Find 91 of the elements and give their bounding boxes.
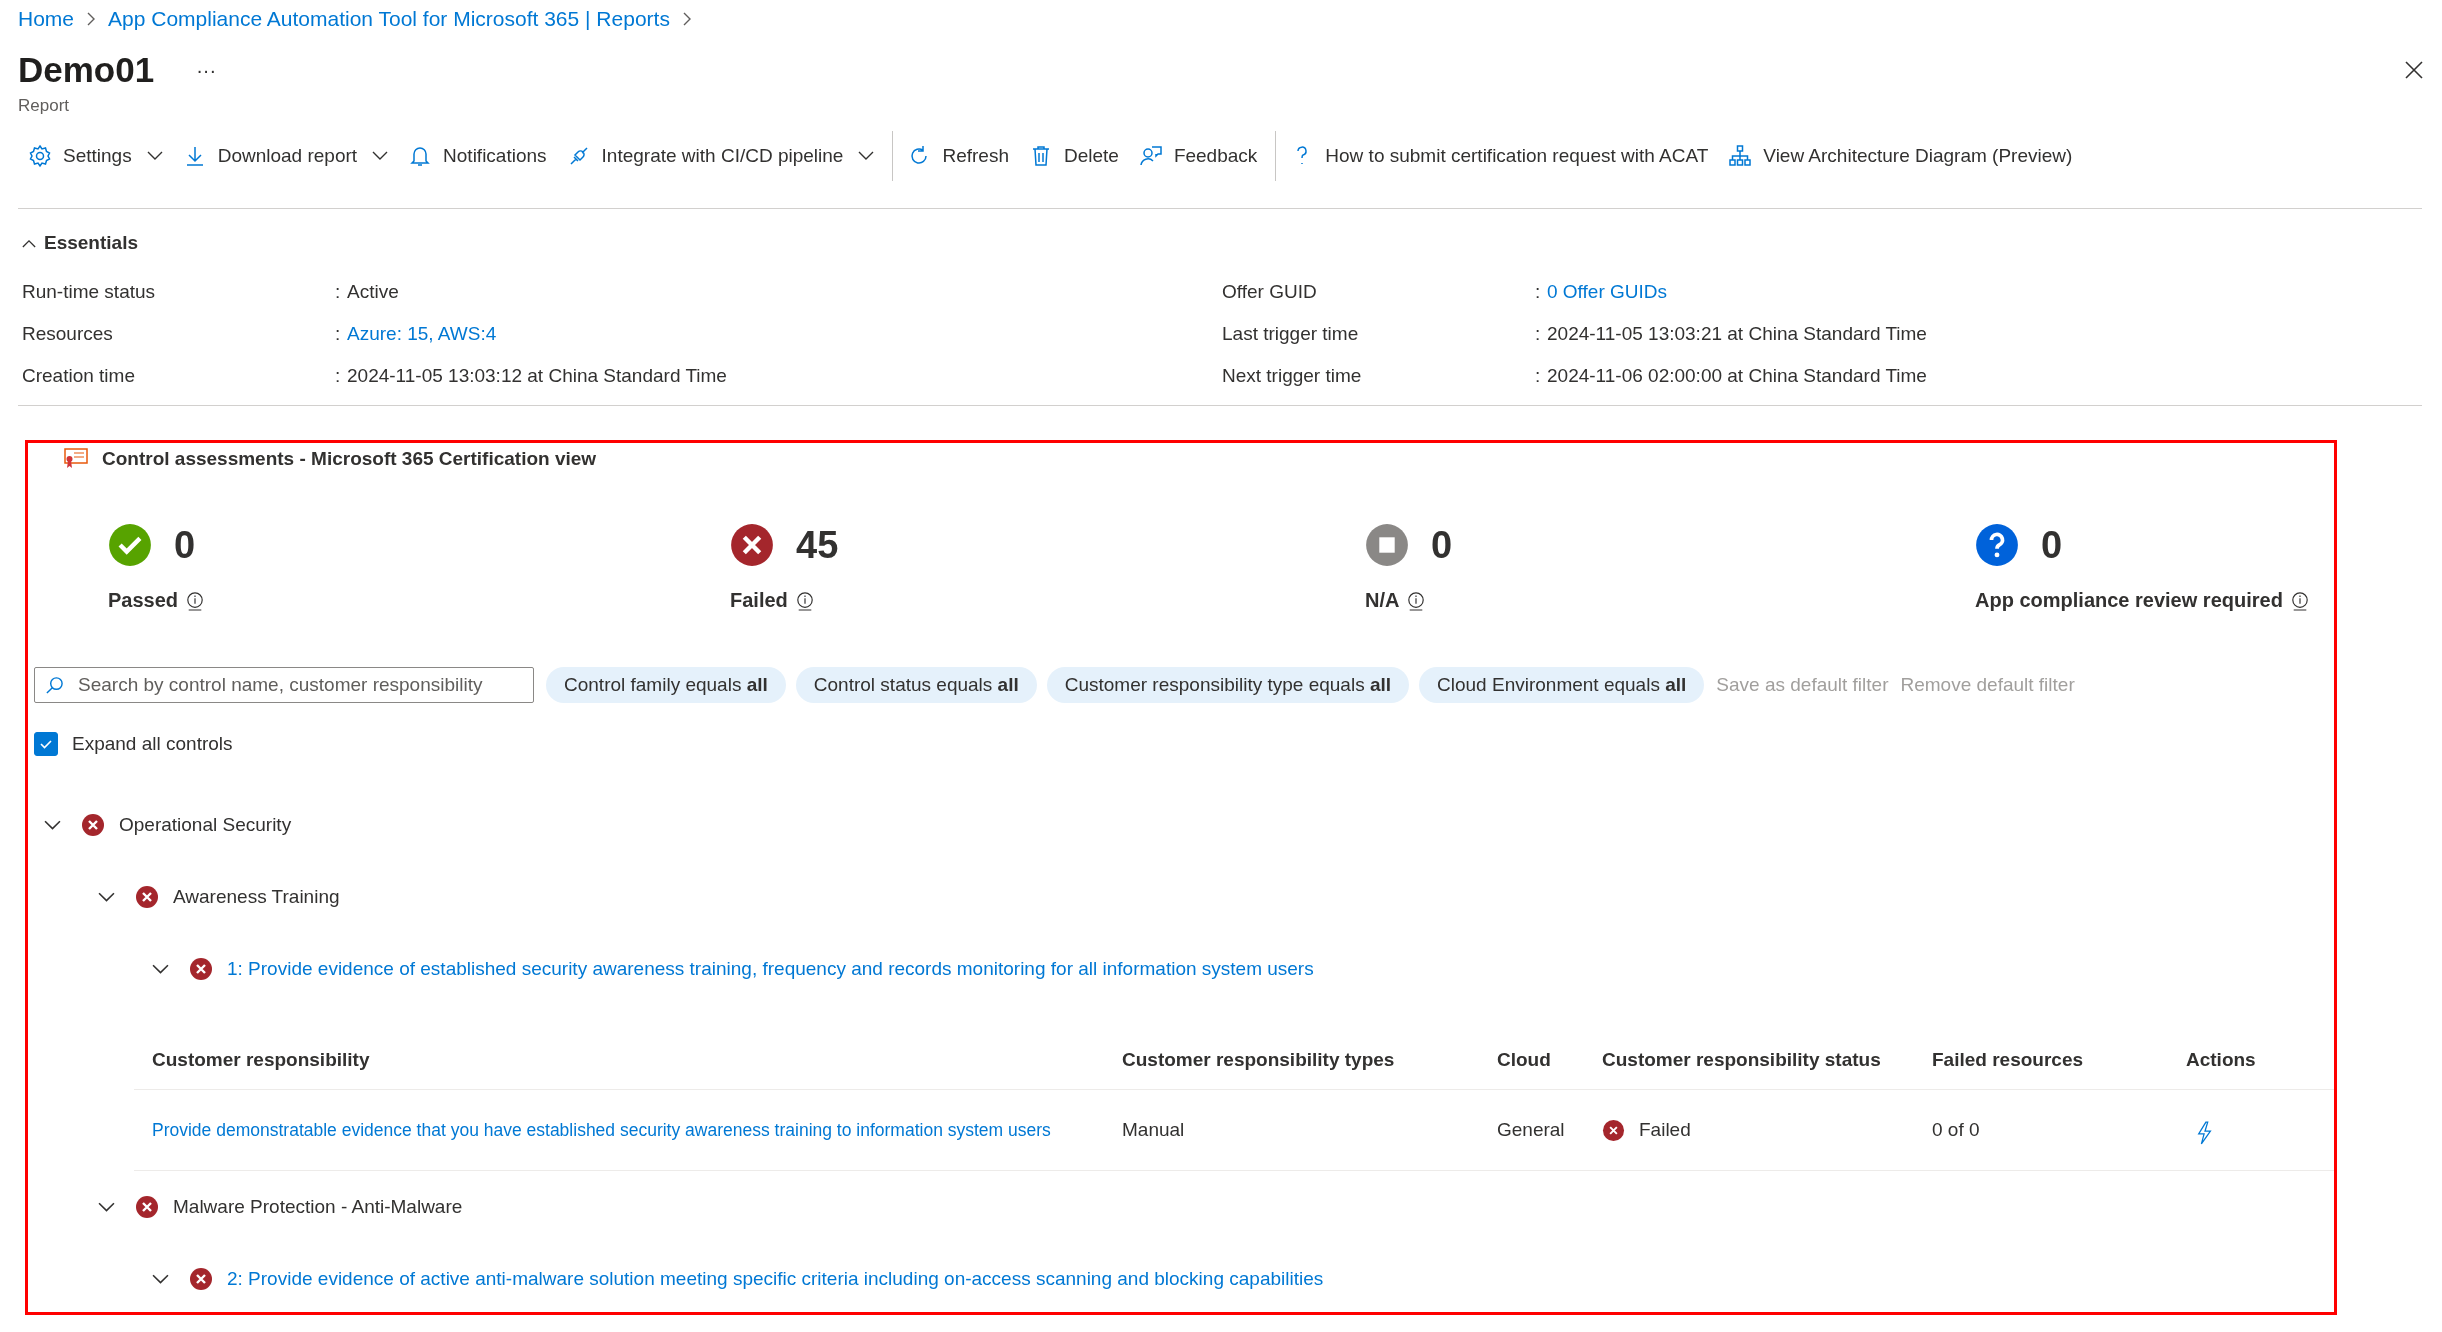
column-header: Failed resources (1932, 1049, 2085, 1071)
stat-count: 45 (796, 523, 839, 567)
feedback-icon (1138, 144, 1163, 168)
table-cell-text: General (1497, 1119, 1566, 1141)
checkbox-label: Expand all controls (72, 733, 233, 755)
property-label: Last trigger time (1222, 323, 1360, 345)
certificate-icon (64, 448, 88, 470)
breadcrumb-link[interactable]: Home (18, 7, 75, 31)
column-header: Customer responsibility status (1602, 1049, 1882, 1071)
notifications-icon (408, 144, 433, 168)
toolbar-button[interactable]: View Architecture Diagram (Preview) (1720, 138, 2081, 174)
toolbar-button[interactable]: Delete (1020, 138, 1127, 174)
colon-separator: : (335, 365, 342, 387)
stat-count: 0 (1431, 523, 1453, 567)
stop-circle-icon (1365, 523, 1409, 567)
stat-label: N/A (1365, 589, 1400, 612)
filter-pill[interactable]: Control status equals all (795, 667, 1037, 703)
property-value: Active (347, 281, 399, 303)
caret-icon (146, 151, 163, 161)
search-icon (45, 675, 64, 695)
stat-label: App compliance review required (1975, 589, 2283, 612)
more-button[interactable]: ··· (196, 58, 217, 82)
column-header: Customer responsibility types (1122, 1049, 1396, 1071)
settings-icon (28, 144, 52, 168)
essentials-toggle[interactable]: Essentials (22, 229, 138, 257)
close-icon[interactable] (2404, 60, 2424, 80)
colon-separator: : (1535, 281, 1542, 303)
checkbox[interactable] (34, 732, 58, 756)
column-header: Actions (2186, 1049, 2257, 1071)
responsibility-link[interactable]: Provide demonstratable evidence that you have established security awareness training to information system users (152, 1120, 1051, 1140)
table-cell-text: 0 of 0 (1932, 1119, 1981, 1141)
property-value: 2024-11-06 02:00:00 at China Standard Time (1547, 365, 1927, 387)
filter-pill[interactable]: Customer responsibility type equals all (1046, 667, 1410, 703)
chevron-right-icon (86, 11, 97, 27)
property-label: Creation time (22, 365, 136, 387)
filter-pill[interactable]: Control family equals all (546, 667, 786, 703)
colon-separator: : (335, 281, 342, 303)
colon-separator: : (335, 323, 342, 345)
info-icon[interactable] (186, 590, 205, 611)
toolbar-button[interactable]: Refresh (899, 138, 1017, 174)
caret-icon (858, 151, 875, 161)
toolbar-button[interactable]: Integrate with CI/CD pipeline (558, 138, 883, 174)
stat-count: 0 (2041, 523, 2063, 567)
colon-separator: : (1535, 365, 1542, 387)
status-text: Failed (1639, 1119, 1691, 1141)
question-circle-icon (1975, 523, 2019, 567)
breadcrumb-link[interactable]: App Compliance Automation Tool for Microsoft 365 | Reports (108, 7, 670, 31)
property-label: Next trigger time (1222, 365, 1363, 387)
stat-label: Failed (730, 589, 788, 612)
toolbar-button[interactable]: Notifications (400, 138, 555, 174)
page-title: Demo01 (18, 50, 155, 90)
property-label: Resources (22, 323, 114, 345)
info-icon[interactable] (1407, 590, 1426, 611)
check-circle-icon (108, 523, 152, 567)
stat-label: Passed (108, 589, 179, 612)
column-header: Cloud (1497, 1049, 1552, 1071)
toolbar-button[interactable]: Feedback (1130, 138, 1266, 174)
chevron-down-icon[interactable] (98, 1201, 115, 1213)
info-icon[interactable] (795, 590, 814, 611)
chevron-down-icon[interactable] (152, 1273, 169, 1285)
lightning-icon[interactable] (2196, 1120, 2214, 1145)
control-family-label: Operational Security (119, 814, 292, 836)
toolbar-button[interactable]: Download report (174, 138, 397, 174)
property-link[interactable]: 0 Offer GUIDs (1547, 281, 1667, 303)
caret-icon (372, 151, 389, 161)
property-label: Offer GUID (1222, 281, 1318, 303)
filter-pill[interactable]: Cloud Environment equals all (1419, 667, 1705, 703)
error-circle-icon (730, 523, 774, 567)
control-family-label: Awareness Training (173, 886, 340, 908)
info-icon[interactable] (2290, 590, 2309, 611)
page-subtitle: Report (17, 96, 71, 117)
diagram-icon (1728, 144, 1753, 168)
section-title: Control assessments - Microsoft 365 Certification view (102, 448, 597, 470)
toolbar-button[interactable]: How to submit certification request with ACAT (1282, 138, 1717, 174)
colon-separator: : (1535, 323, 1542, 345)
search-field[interactable]: Search by control name, customer responsibility (34, 667, 534, 703)
chevron-down-icon[interactable] (152, 963, 169, 975)
table-cell-text: Manual (1122, 1119, 1186, 1141)
toolbar-button[interactable]: Settings (20, 138, 171, 174)
column-header: Customer responsibility (152, 1049, 371, 1071)
control-family-label: Malware Protection - Anti-Malware (173, 1196, 463, 1218)
property-value: 2024-11-05 13:03:12 at China Standard Time (347, 365, 727, 387)
stat-count: 0 (174, 523, 196, 567)
chevron-down-icon[interactable] (44, 819, 61, 831)
chevron-right-icon (681, 11, 692, 27)
chevron-down-icon[interactable] (98, 891, 115, 903)
control-link[interactable]: 2: Provide evidence of active anti-malware solution meeting specific criteria including on-access scanning and blocking capabilities (227, 1268, 1324, 1290)
property-label: Run-time status (22, 281, 157, 303)
property-value: 2024-11-05 13:03:21 at China Standard Time (1547, 323, 1927, 345)
control-link[interactable]: 1: Provide evidence of established security awareness training, frequency and records monitoring for all information system users (227, 958, 1314, 980)
property-link[interactable]: Azure: 15, AWS:4 (347, 323, 497, 345)
